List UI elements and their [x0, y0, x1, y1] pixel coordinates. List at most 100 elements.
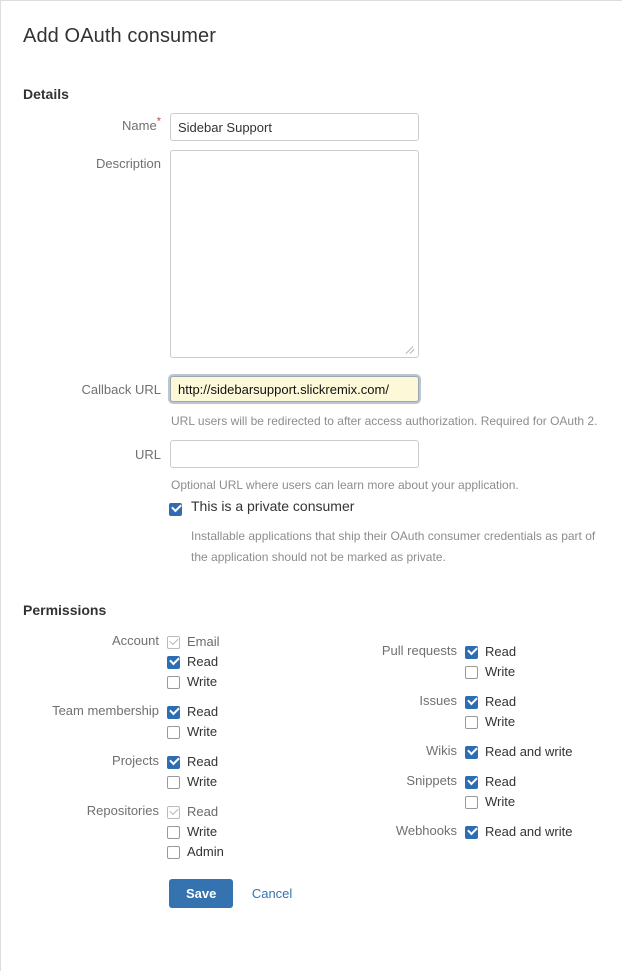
details-section-heading: Details	[23, 86, 69, 102]
callback-url-help-text: URL users will be redirected to after ac…	[171, 414, 598, 428]
permission-group-label: Webhooks	[395, 823, 457, 838]
url-input[interactable]	[170, 440, 419, 468]
permission-checkbox	[167, 805, 180, 819]
url-label: URL	[134, 447, 161, 462]
permission-option-label: Write	[187, 824, 218, 839]
permission-group: Snippets Read Write	[317, 772, 622, 812]
permission-option[interactable]: Read	[167, 652, 331, 672]
permission-options: Read Write	[465, 692, 622, 732]
permission-option-label: Admin	[187, 844, 224, 859]
permission-option-label: Write	[485, 664, 516, 679]
permission-checkbox[interactable]	[167, 845, 180, 859]
permission-option[interactable]: Read and write	[465, 822, 622, 842]
private-consumer-checkbox[interactable]	[169, 501, 182, 517]
permission-option[interactable]: Write	[465, 792, 622, 812]
permission-option[interactable]: Write	[465, 662, 622, 682]
permission-option: Email	[167, 632, 331, 652]
required-asterisk-icon: *	[156, 115, 161, 128]
permission-option-label: Read	[187, 704, 219, 719]
permission-group-label: Issues	[419, 693, 457, 708]
permission-group: Projects Read Write	[1, 752, 331, 792]
permission-checkbox[interactable]	[465, 824, 478, 839]
oauth-consumer-form-page: Add OAuth consumer Details Name* Descrip…	[0, 0, 622, 971]
permission-option-label: Read	[187, 654, 219, 669]
permission-group: Team membership Read Write	[1, 702, 331, 742]
permission-options: Read Write	[167, 702, 331, 742]
permission-checkbox[interactable]	[167, 654, 180, 669]
permission-option[interactable]: Write	[167, 822, 331, 842]
permission-option-label: Read	[485, 694, 517, 709]
permission-group: Issues Read Write	[317, 692, 622, 732]
permission-options: Read and write	[465, 822, 622, 842]
permission-option[interactable]: Read	[465, 692, 622, 712]
permission-options: Email Read Write	[167, 632, 331, 692]
permission-option[interactable]: Read	[167, 752, 331, 772]
permission-option[interactable]: Read	[465, 642, 622, 662]
permission-options: Read and write	[465, 742, 622, 762]
permission-group-label: Pull requests	[381, 643, 457, 658]
permission-option-label: Read	[485, 644, 517, 659]
name-input[interactable]	[170, 113, 419, 141]
permission-options: Read Write	[465, 642, 622, 682]
permission-checkbox[interactable]	[465, 795, 478, 809]
permission-option-label: Read and write	[485, 744, 573, 759]
permission-options: Read Write	[167, 752, 331, 792]
permission-group-label: Repositories	[86, 803, 159, 818]
permission-checkbox[interactable]	[167, 775, 180, 789]
permission-group-label: Wikis	[425, 743, 457, 758]
permission-option-label: Write	[187, 674, 218, 689]
permission-option[interactable]: Read	[167, 702, 331, 722]
permission-option[interactable]: Admin	[167, 842, 331, 862]
permission-group: Account Email Read Write	[1, 632, 331, 692]
permission-option-label: Write	[187, 724, 218, 739]
permission-option[interactable]: Write	[167, 672, 331, 692]
permission-checkbox[interactable]	[465, 694, 478, 709]
permission-option-label: Read	[187, 804, 219, 819]
permission-checkbox[interactable]	[465, 774, 478, 789]
permission-checkbox[interactable]	[167, 704, 180, 719]
description-textarea[interactable]	[170, 150, 419, 358]
permission-group-label: Projects	[112, 753, 159, 768]
name-label-text: Name	[122, 118, 157, 133]
permission-option: Read	[167, 802, 331, 822]
permission-option-label: Email	[187, 634, 220, 649]
name-label: Name*	[1, 115, 161, 133]
permission-group-label: Team membership	[52, 703, 159, 718]
permission-options: Read Write Admin	[167, 802, 331, 862]
private-consumer-description: Installable applications that ship their…	[191, 529, 596, 564]
permission-group-label: Snippets	[406, 773, 457, 788]
page-title: Add OAuth consumer	[23, 25, 217, 47]
permission-option-label: Write	[485, 714, 516, 729]
permission-checkbox[interactable]	[465, 644, 478, 659]
permission-option[interactable]: Read	[465, 772, 622, 792]
form-actions: Save Cancel	[169, 879, 292, 908]
permission-checkbox[interactable]	[167, 725, 180, 739]
permission-checkbox[interactable]	[167, 675, 180, 689]
permission-option-label: Write	[187, 774, 218, 789]
private-consumer-row[interactable]: This is a private consumer	[169, 498, 354, 519]
permission-option[interactable]: Write	[167, 772, 331, 792]
permission-group: Repositories Read Write Admin	[1, 802, 331, 862]
permission-option[interactable]: Write	[167, 722, 331, 742]
url-help-text: Optional URL where users can learn more …	[171, 478, 519, 492]
description-label: Description	[95, 156, 161, 171]
permission-checkbox[interactable]	[465, 665, 478, 679]
cancel-link[interactable]: Cancel	[252, 886, 292, 901]
permission-group: Webhooks Read and write	[317, 822, 622, 842]
permission-checkbox[interactable]	[167, 754, 180, 769]
permission-group: Wikis Read and write	[317, 742, 622, 762]
permission-checkbox[interactable]	[465, 715, 478, 729]
private-consumer-label: This is a private consumer	[191, 498, 355, 514]
permission-option[interactable]: Read and write	[465, 742, 622, 762]
permissions-right-column: Pull requests Read Write Issues Read Write Wik…	[317, 642, 622, 842]
permissions-section-heading: Permissions	[23, 602, 107, 618]
permission-option-label: Read	[485, 774, 517, 789]
callback-url-input[interactable]	[170, 376, 419, 402]
callback-url-label: Callback URL	[81, 382, 161, 397]
permission-option[interactable]: Write	[465, 712, 622, 732]
save-button[interactable]: Save	[169, 879, 234, 908]
permission-checkbox[interactable]	[167, 825, 180, 839]
permission-checkbox[interactable]	[465, 744, 478, 759]
permission-group-label: Account	[112, 633, 159, 648]
permission-options: Read Write	[465, 772, 622, 812]
